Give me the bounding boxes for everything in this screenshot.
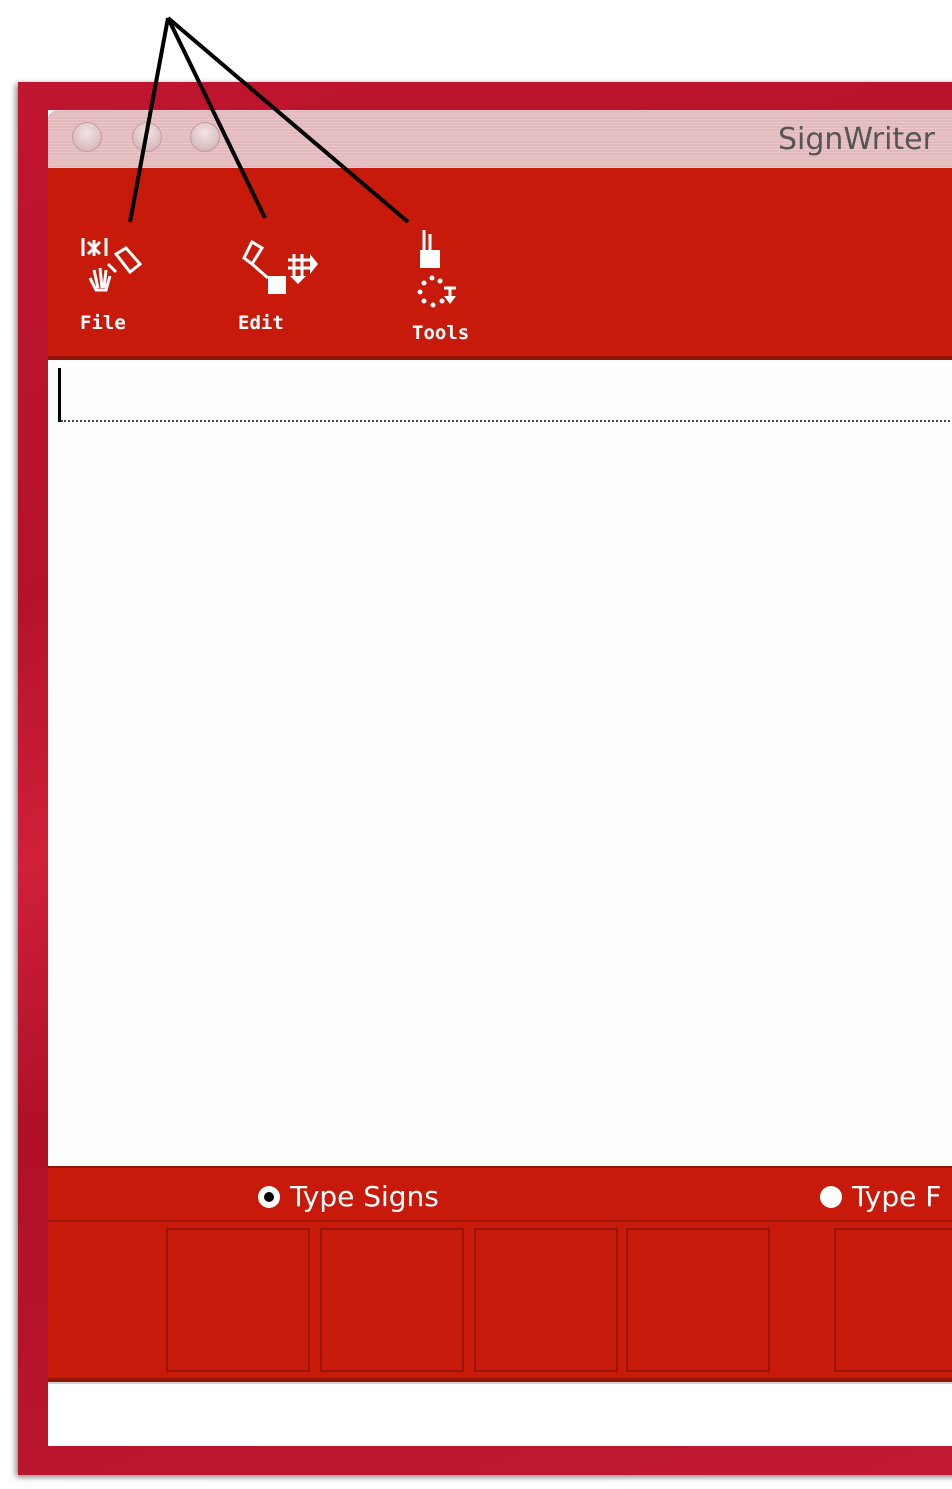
edit-icon xyxy=(242,239,318,294)
tools-menu-label: Tools xyxy=(412,322,470,344)
palette-slot[interactable] xyxy=(474,1228,618,1372)
type-signs-radio[interactable]: Type Signs xyxy=(258,1180,439,1213)
type-f-label: Type F xyxy=(852,1180,942,1213)
edit-menu-button[interactable]: Edit xyxy=(238,234,328,344)
file-icon xyxy=(81,238,143,292)
sign-baseline xyxy=(61,420,952,422)
window-title: SignWriter xyxy=(778,122,935,157)
type-signs-radio-button[interactable] xyxy=(258,1185,280,1208)
edit-menu-label: Edit xyxy=(238,312,284,334)
type-f-radio[interactable]: Type F xyxy=(820,1180,941,1213)
file-menu-label: File xyxy=(80,312,126,334)
tools-menu-button[interactable]: Tools xyxy=(412,226,502,356)
file-menu-button[interactable]: File xyxy=(80,234,160,344)
palette-slot[interactable] xyxy=(834,1228,952,1372)
sign-palette xyxy=(48,1222,952,1382)
tools-icon xyxy=(417,230,456,308)
palette-slot[interactable] xyxy=(166,1228,310,1372)
status-bar xyxy=(48,1382,952,1446)
signwriter-window: SignWriter File Edit Tools Type Signs Ty… xyxy=(48,110,952,1446)
input-mode-bar: Type Signs Type F xyxy=(48,1166,952,1222)
palette-slot[interactable] xyxy=(320,1228,464,1372)
type-f-radio-button[interactable] xyxy=(820,1185,842,1208)
type-signs-label: Type Signs xyxy=(290,1180,439,1213)
minimize-window-button[interactable] xyxy=(132,122,162,152)
screenshot-stage: SignWriter File Edit Tools Type Signs Ty… xyxy=(0,0,952,1489)
palette-slot[interactable] xyxy=(626,1228,770,1372)
toolbar: File Edit Tools xyxy=(48,168,952,360)
close-window-button[interactable] xyxy=(72,122,102,152)
zoom-window-button[interactable] xyxy=(190,122,220,152)
document-area[interactable] xyxy=(53,364,952,1166)
text-caret xyxy=(58,368,61,422)
window-titlebar[interactable]: SignWriter xyxy=(48,110,952,168)
